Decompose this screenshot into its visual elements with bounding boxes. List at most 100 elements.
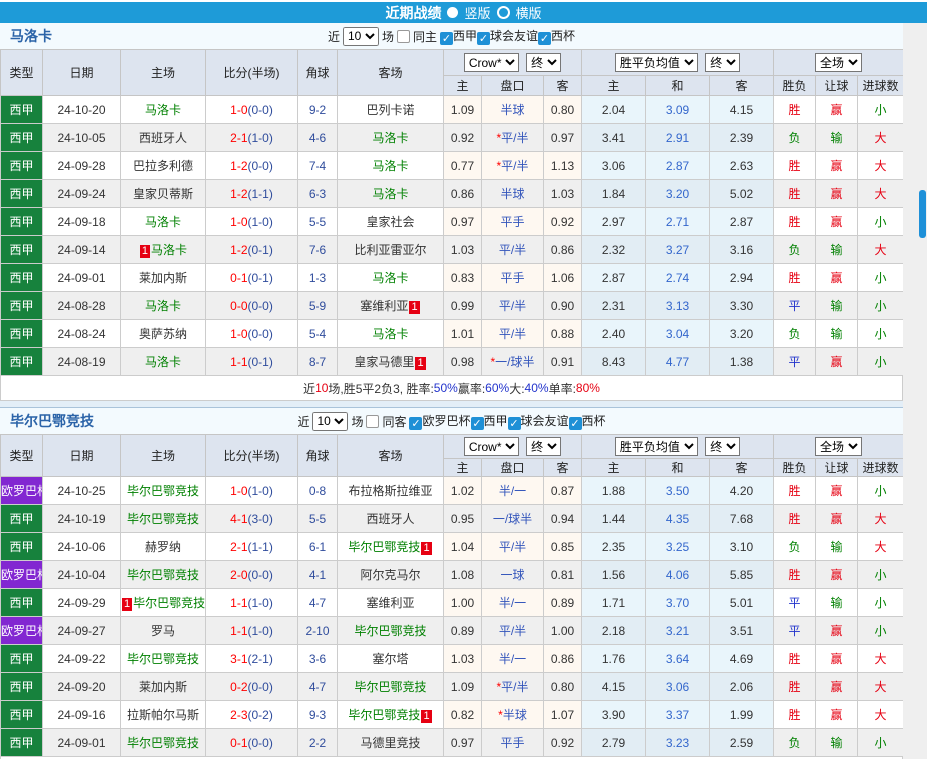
same-venue-checkbox[interactable] [396,29,410,43]
bookmaker-select[interactable]: Crow* [463,53,519,72]
team-name[interactable]: 塞维利亚 [360,299,408,313]
team-name[interactable]: 塞尔塔 [372,652,408,666]
radio-vertical-icon[interactable] [447,7,459,18]
avg-odds-select[interactable]: 胜平负均值 [614,53,698,72]
summary-segment: 60% [485,381,510,395]
lose-odds-cell: 3.51 [709,616,775,645]
avg-final-select[interactable]: 终 [705,53,741,72]
type-cell: 西甲 [0,644,43,673]
team-name[interactable]: 马洛卡 [372,271,408,285]
final-select[interactable]: 终 [526,53,562,72]
date-cell: 24-09-01 [42,263,121,292]
team-name[interactable]: 马洛卡 [372,159,408,173]
league-checkbox[interactable]: ✓ [470,417,484,430]
draw-odds-cell: 3.37 [645,700,711,729]
team-name[interactable]: 莱加内斯 [139,271,187,285]
corner-cell: 5-5 [297,207,338,236]
type-cell: 西甲 [0,319,43,348]
team-name[interactable]: 毕尔巴鄂竞技 [354,624,426,638]
team-name[interactable]: 巴列卡诺 [366,103,414,117]
win-odds-cell: 2.35 [581,532,647,561]
team-name[interactable]: 马洛卡 [151,243,187,257]
league-checkbox[interactable]: ✓ [477,32,491,45]
lose-odds-cell: 3.20 [709,319,775,348]
league-checkbox[interactable]: ✓ [440,32,453,45]
team-name[interactable]: 马洛卡 [145,355,181,369]
result-cell: 胜 [773,672,817,701]
team-name[interactable]: 拉斯帕尔马斯 [127,708,199,722]
win-odds-cell: 2.79 [581,728,647,757]
team-name[interactable]: 马洛卡 [372,131,408,145]
avg-odds-select[interactable]: 胜平负均值 [614,437,698,456]
scope-select[interactable]: 全场 [815,53,863,72]
scrollbar-thumb[interactable] [919,190,926,238]
team-name[interactable]: 巴拉多利德 [133,159,193,173]
team-name[interactable]: 奥萨苏纳 [139,327,187,341]
red-card-badge: 1 [421,710,432,723]
same-venue-checkbox[interactable] [366,414,380,428]
league-checkbox[interactable]: ✓ [568,417,582,430]
team-name[interactable]: 毕尔巴鄂竞技 [127,736,199,750]
radio-vertical-label[interactable]: 竖版 [464,3,490,22]
team-name[interactable]: 比利亚雷亚尔 [354,243,426,257]
team-name[interactable]: 毕尔巴鄂竞技 [127,512,199,526]
team-name[interactable]: 马洛卡 [372,327,408,341]
corner-cell: 4-7 [297,588,338,617]
sub-lose: 客 [709,458,775,477]
home-team-cell: 西班牙人 [120,123,206,152]
final-select[interactable]: 终 [526,437,562,456]
team-name[interactable]: 罗马 [151,624,175,638]
team-name[interactable]: 皇家社会 [366,215,414,229]
half-score: (1-0) [247,214,273,229]
league-checkbox[interactable]: ✓ [409,417,423,430]
team-name[interactable]: 皇家贝蒂斯 [133,187,193,201]
score-cell: 2-1(1-1) [205,532,298,561]
recent-count-select[interactable]: 10 [312,411,349,431]
team-name[interactable]: 莱加内斯 [139,680,187,694]
win-odds-cell: 2.97 [581,207,647,236]
team-name[interactable]: 马德里竞技 [360,736,420,750]
table-row: 欧罗巴杯24-09-27罗马1-1(1-0)2-10毕尔巴鄂竞技0.89平/半1… [0,616,905,645]
home-team-cell: 莱加内斯 [120,263,206,292]
away-team-cell: 皇家社会 [337,207,444,236]
team-name[interactable]: 塞维利亚 [366,596,414,610]
lose-odds-cell: 3.30 [709,291,775,320]
team-name[interactable]: 毕尔巴鄂竞技 [348,540,420,554]
half-score: (0-0) [247,298,273,313]
team-name[interactable]: 毕尔巴鄂竞技 [133,596,204,610]
scrollbar-track[interactable] [903,23,927,759]
radio-horizontal-label[interactable]: 横版 [516,3,542,22]
sub-handicap-result: 让球 [815,75,859,96]
team-name[interactable]: 毕尔巴鄂竞技 [348,708,420,722]
team-name[interactable]: 皇家马德里 [354,355,414,369]
handicap-home-odds-cell: 1.03 [443,644,482,673]
half-score: (1-0) [247,623,273,638]
league-checkbox[interactable]: ✓ [507,417,521,430]
recent-count-select[interactable]: 10 [342,26,379,46]
league-checkbox[interactable]: ✓ [538,32,552,45]
team-name[interactable]: 西班牙人 [366,512,414,526]
bookmaker-select[interactable]: Crow* [463,437,519,456]
team-name[interactable]: 毕尔巴鄂竞技 [127,484,199,498]
avg-final-select[interactable]: 终 [705,437,741,456]
red-card-badge: 1 [415,357,426,370]
team-name[interactable]: 马洛卡 [145,103,181,117]
team-name[interactable]: 阿尔克马尔 [360,568,420,582]
team-name[interactable]: 毕尔巴鄂竞技 [127,568,199,582]
team-name[interactable]: 马洛卡 [372,187,408,201]
team-name[interactable]: 毕尔巴鄂竞技 [127,652,199,666]
win-odds-cell: 1.44 [581,504,647,533]
team-name[interactable]: 马洛卡 [145,215,181,229]
scope-select[interactable]: 全场 [815,437,863,456]
team-name[interactable]: 赫罗纳 [145,540,181,554]
result-cell: 胜 [773,504,817,533]
away-team-cell: 毕尔巴鄂竞技 1 [337,532,444,561]
home-team-cell: 毕尔巴鄂竞技 [120,560,206,589]
goals-cell: 大 [857,235,905,264]
team-name[interactable]: 毕尔巴鄂竞技 [354,680,426,694]
radio-horizontal-icon[interactable] [496,6,510,19]
team-name[interactable]: 西班牙人 [139,131,187,145]
team-name[interactable]: 马洛卡 [145,299,181,313]
team-name[interactable]: 布拉格斯拉维亚 [348,484,432,498]
handicap-away-odds-cell: 1.06 [542,263,583,292]
